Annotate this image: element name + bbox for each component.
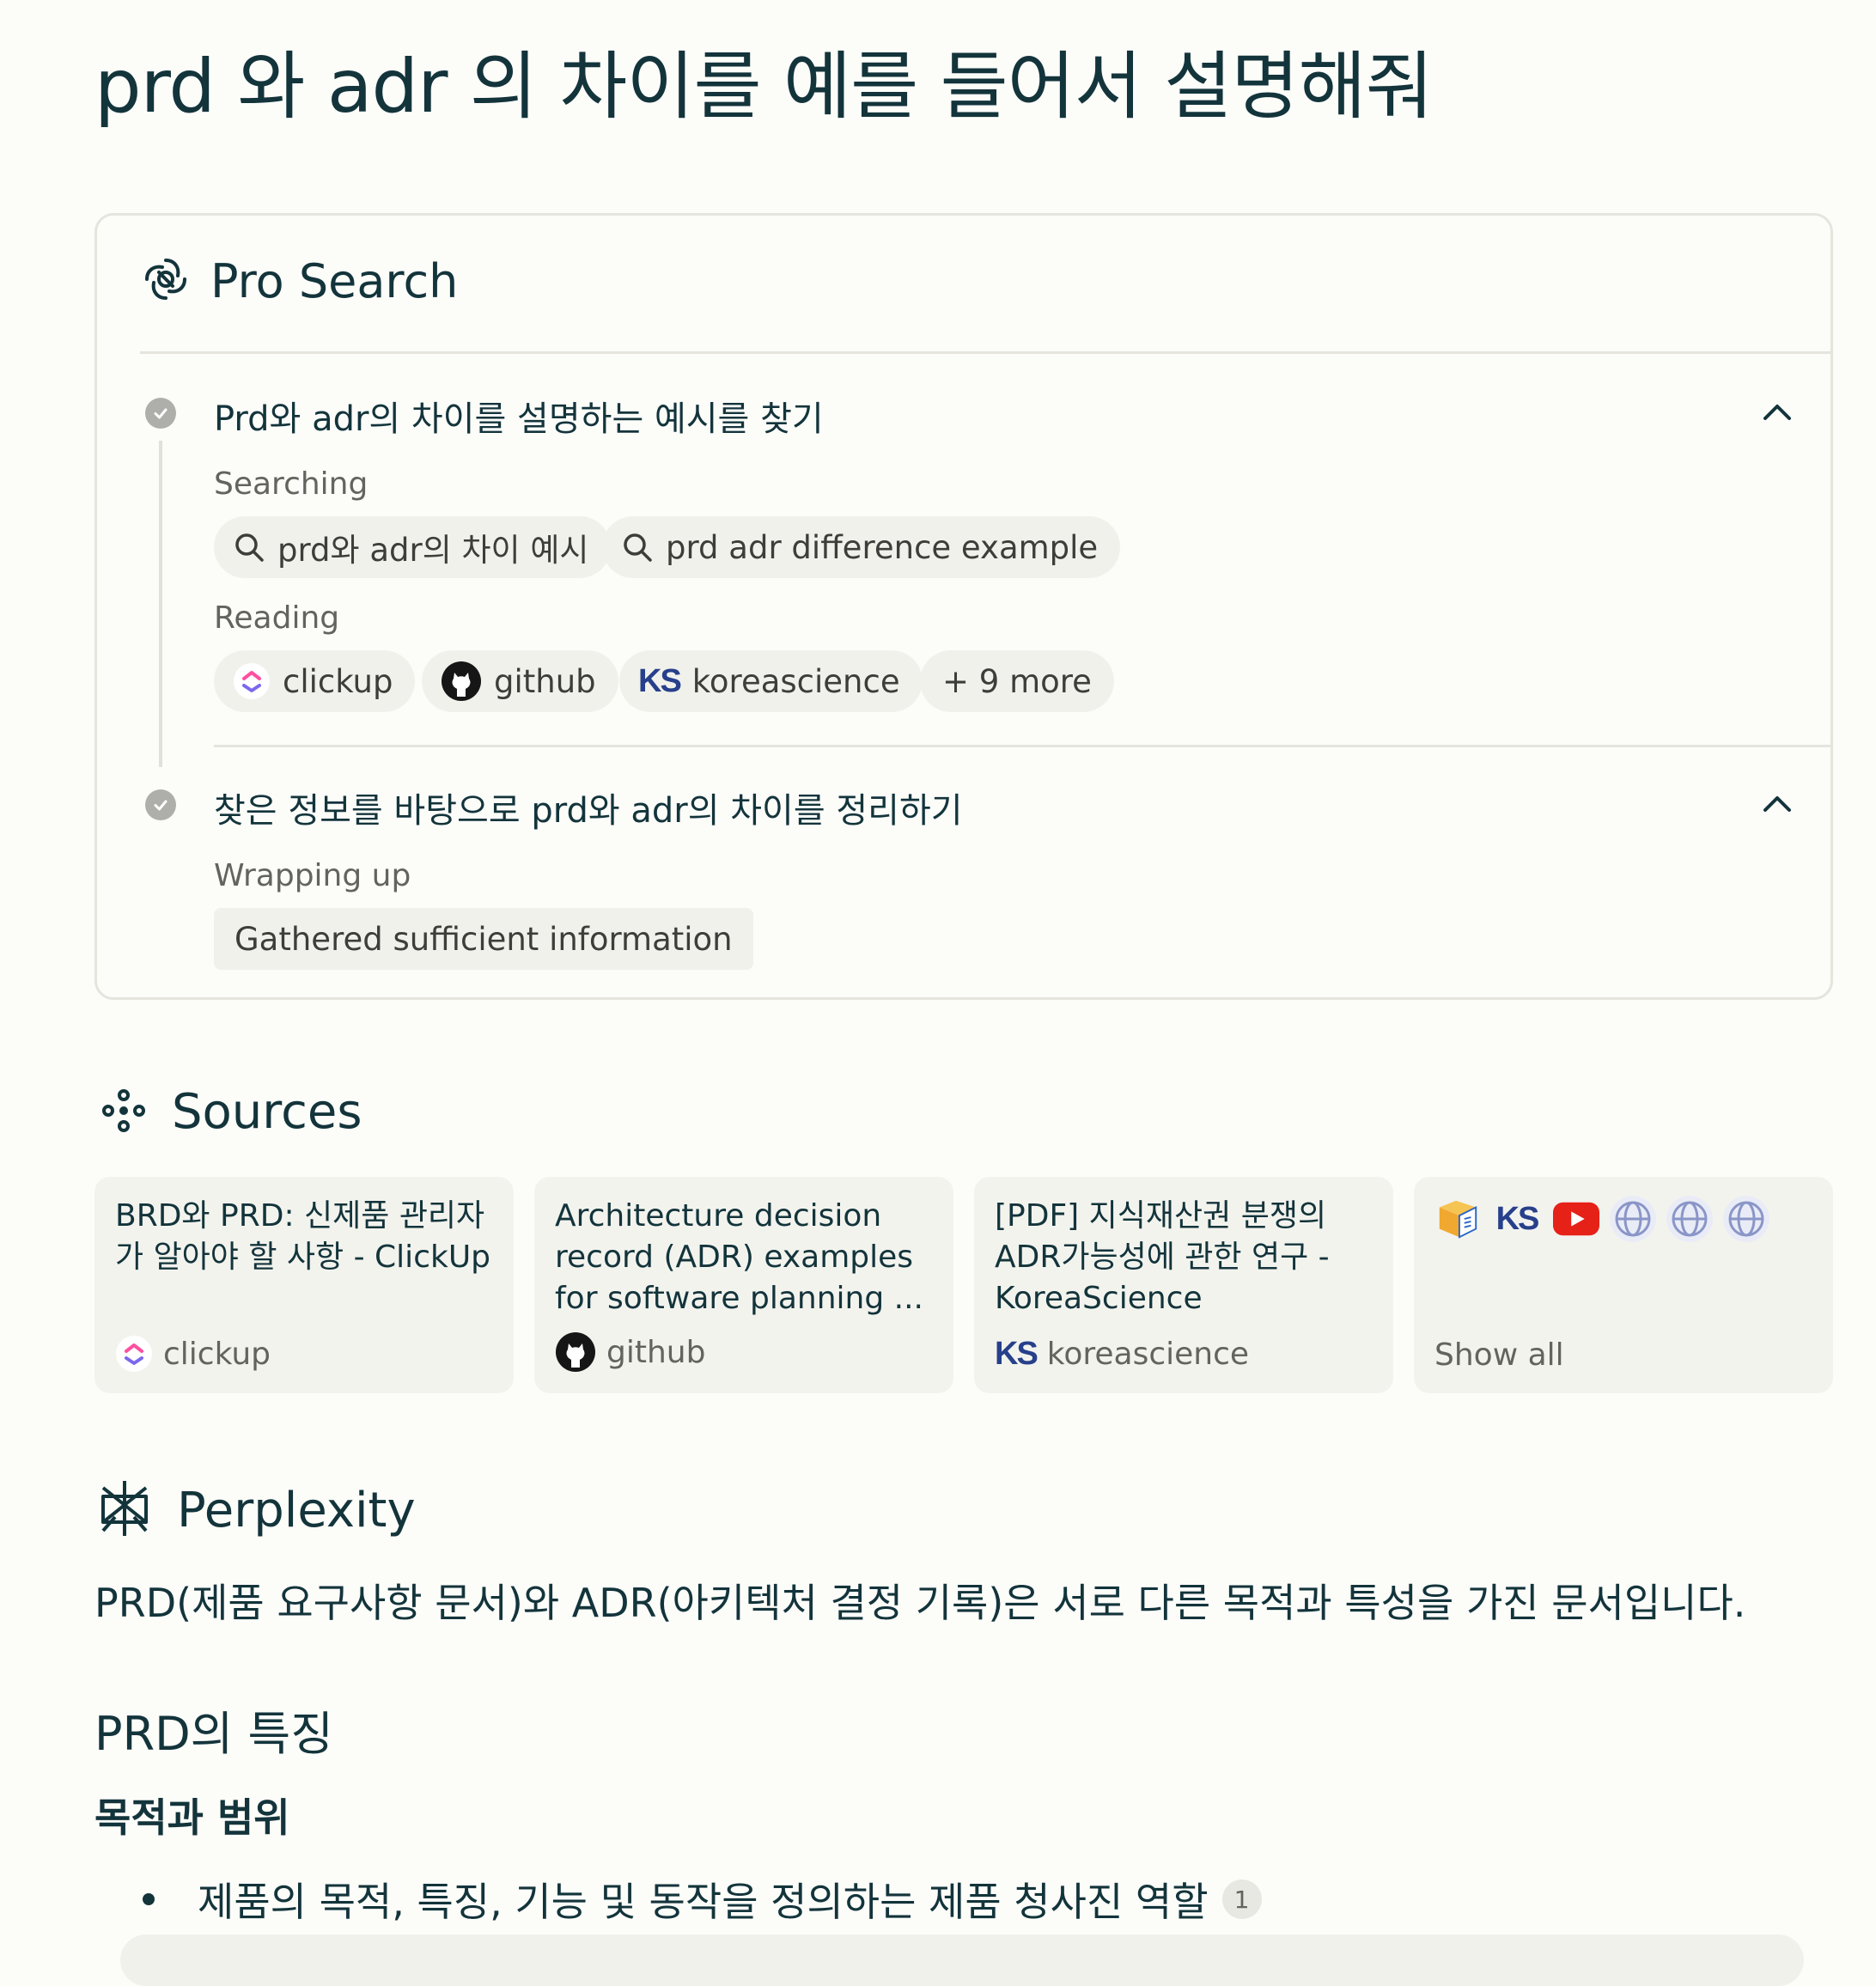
answer-heading: PRD의 특징 [94, 1707, 333, 1761]
searching-label: Searching [214, 466, 368, 502]
koreascience-logo-text: KS [995, 1336, 1038, 1372]
clickup-icon [115, 1335, 153, 1373]
github-icon [441, 661, 482, 702]
pro-search-header: Pro Search [140, 253, 458, 308]
globe-icon [1723, 1196, 1769, 1242]
sources-header: Sources [101, 1084, 362, 1140]
search-icon [621, 531, 654, 564]
reading-label: Reading [214, 600, 340, 636]
timeline-line [159, 441, 162, 767]
answer-title: Perplexity [177, 1482, 416, 1538]
sources-title: Sources [172, 1084, 362, 1140]
reading-source-name: koreascience [691, 662, 900, 700]
search-query-chip[interactable]: prd와 adr의 차이 예시 [214, 516, 612, 578]
github-icon [555, 1331, 596, 1373]
search-query-text: prd adr difference example [666, 528, 1099, 566]
source-domain-text: koreascience [1046, 1337, 1250, 1372]
source-domain: clickup [115, 1335, 271, 1373]
wrapping-up-label: Wrapping up [214, 858, 411, 893]
pro-search-title: Pro Search [210, 253, 459, 308]
step-1-collapse-chevron-icon[interactable] [1758, 394, 1796, 436]
koreascience-icon: KS [638, 662, 682, 700]
step-1-check-icon [145, 398, 176, 429]
reading-source-chip[interactable]: github [422, 650, 618, 712]
globe-icon [1610, 1196, 1656, 1242]
query-title: prd 와 adr 의 차이를 예를 들어서 설명해줘 [94, 44, 1434, 130]
pro-search-card: Pro Search Prd와 adr의 차이를 설명하는 예시를 찾기 Sea… [94, 213, 1833, 1000]
koreascience-icon: KS [995, 1336, 1038, 1373]
source-card[interactable]: [PDF] 지식재산권 분쟁의 ADR가능성에 관한 연구 - KoreaSci… [974, 1177, 1393, 1393]
reading-source-chip[interactable]: KS koreascience [619, 650, 923, 712]
sources-icon [101, 1088, 146, 1136]
book-icon [1434, 1196, 1481, 1242]
source-title: BRD와 PRD: 신제품 관리자가 알아야 할 사항 - ClickUp [115, 1198, 491, 1275]
bullet-dot [143, 1893, 155, 1905]
answer-subheading: 목적과 범위 [94, 1794, 290, 1841]
step-2-check-icon [145, 789, 176, 820]
answer-intro: PRD(제품 요구사항 문서)와 ADR(아키텍처 결정 기록)은 서로 다른 … [94, 1580, 1746, 1626]
answer-bullet: 제품의 목적, 특징, 기능 및 동작을 정의하는 제품 청사진 역할 1 [143, 1871, 1262, 1928]
youtube-icon [1553, 1196, 1599, 1242]
follow-up-input-bar[interactable] [120, 1934, 1804, 1986]
source-card[interactable]: Architecture decision record (ADR) examp… [534, 1177, 953, 1393]
source-card[interactable]: BRD와 PRD: 신제품 관리자가 알아야 할 사항 - ClickUp cl… [94, 1177, 514, 1393]
bullet-text: 제품의 목적, 특징, 기능 및 동작을 정의하는 제품 청사진 역할 [198, 1879, 1209, 1925]
step-divider [214, 745, 1833, 747]
pro-search-divider [140, 351, 1833, 354]
reading-source-name: clickup [283, 662, 393, 700]
source-domain: KS koreascience [995, 1336, 1249, 1373]
globe-icon [1666, 1196, 1713, 1242]
source-domain-text: clickup [163, 1336, 271, 1372]
show-all-label: Show all [1434, 1337, 1564, 1373]
reading-source-chip[interactable]: clickup [214, 650, 416, 712]
source-favicons: KS [1434, 1196, 1812, 1242]
wrapping-up-chip: Gathered sufficient information [214, 908, 753, 970]
koreascience-logo-text: KS [1495, 1200, 1540, 1237]
perplexity-logo-icon [98, 1477, 151, 1543]
source-title: Architecture decision record (ADR) examp… [555, 1198, 923, 1316]
step-1-title: Prd와 adr의 차이를 설명하는 예시를 찾기 [214, 399, 824, 439]
source-title: [PDF] 지식재산권 분쟁의 ADR가능성에 관한 연구 - KoreaSci… [995, 1198, 1330, 1316]
search-icon [233, 531, 265, 564]
search-query-text: prd와 adr의 차이 예시 [277, 532, 589, 569]
answer-header: Perplexity [98, 1477, 416, 1543]
more-sources-chip[interactable]: + 9 more [920, 650, 1114, 712]
citation-badge[interactable]: 1 [1221, 1879, 1262, 1919]
source-domain-text: github [606, 1334, 706, 1370]
step-2-collapse-chevron-icon[interactable] [1758, 786, 1796, 827]
search-query-chip[interactable]: prd adr difference example [602, 516, 1121, 578]
source-domain: github [555, 1331, 705, 1373]
clickup-icon [233, 662, 271, 700]
step-2-title: 찾은 정보를 바탕으로 prd와 adr의 차이를 정리하기 [214, 791, 963, 831]
reading-source-name: github [494, 662, 596, 700]
koreascience-icon: KS [1491, 1196, 1543, 1242]
koreascience-logo-text: KS [638, 662, 682, 699]
show-all-sources-card[interactable]: KS Show all [1414, 1177, 1833, 1393]
pro-search-icon [140, 253, 192, 308]
